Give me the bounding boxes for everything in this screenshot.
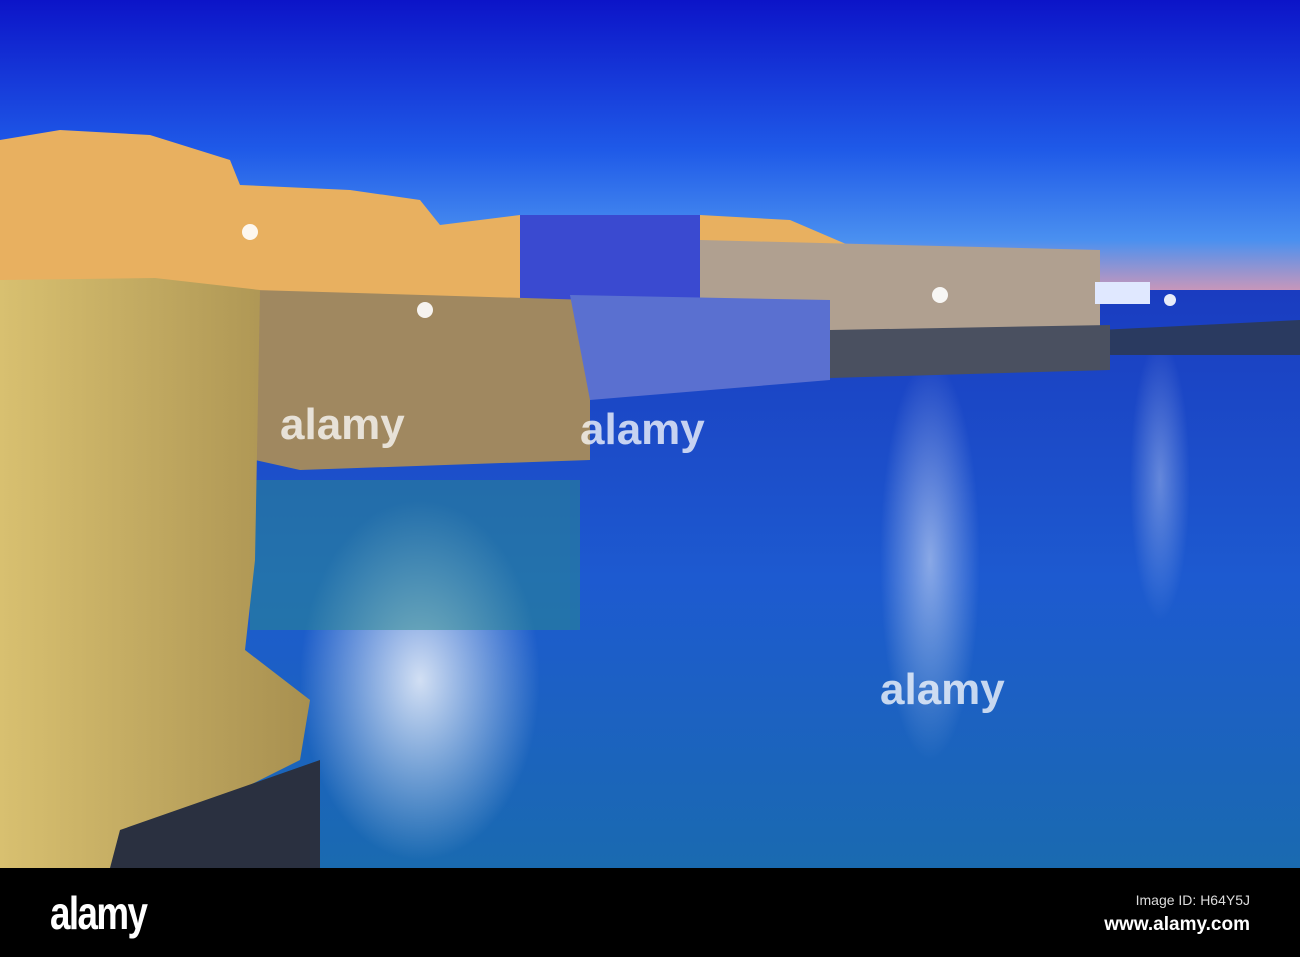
watermark-logo: alamy (880, 665, 1005, 714)
watermark-logo: alamy (280, 400, 405, 449)
alamy-logo: alamy (50, 887, 148, 939)
footer-bar: alamy Image ID: H64Y5J www.alamy.com (0, 868, 1300, 957)
stock-photo: alamy alamy alamy alamy Image ID: H64Y5J… (0, 0, 1300, 957)
website-link[interactable]: www.alamy.com (1104, 914, 1250, 936)
watermark-logo: alamy (580, 405, 705, 454)
image-id: Image ID: H64Y5J (1135, 892, 1250, 908)
